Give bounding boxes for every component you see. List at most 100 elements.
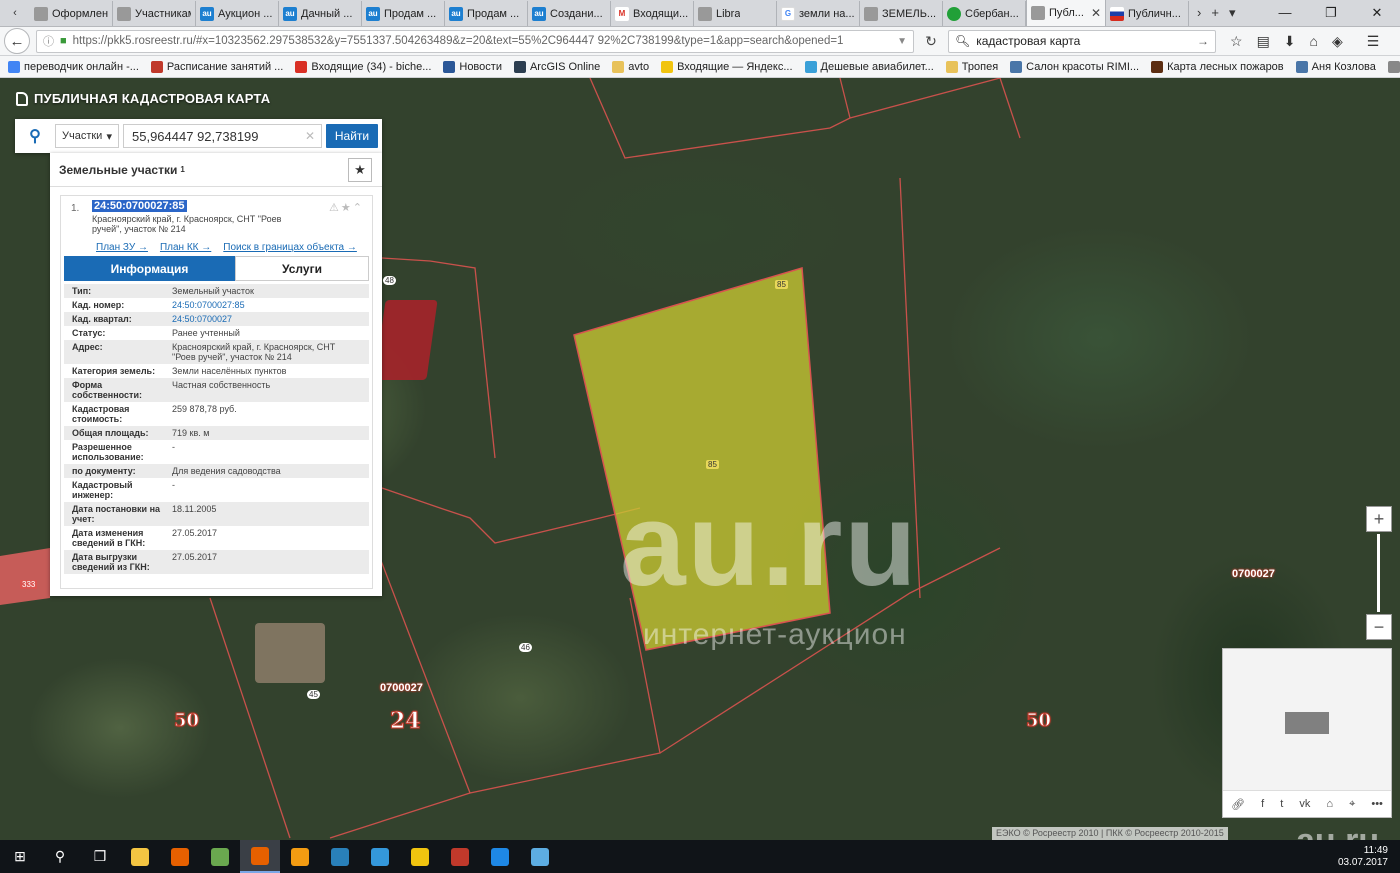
bookmark-item[interactable]: Обучение | GeekBrain... <box>1387 60 1400 73</box>
clear-icon[interactable]: ✕ <box>305 129 315 143</box>
search-type-select[interactable]: Участки ▾ <box>55 124 119 148</box>
bookmark-item[interactable]: Тропея <box>945 60 998 73</box>
download-icon[interactable]: ⬇ <box>1284 33 1296 50</box>
browser-tab[interactable]: Gземли на... <box>777 1 860 26</box>
russia-flag-icon <box>1110 6 1124 21</box>
bookmark-item[interactable]: Карта лесных пожаров <box>1151 60 1284 73</box>
browser-tab[interactable]: M Входящи... <box>611 1 694 26</box>
result-tabs: Информация Услуги <box>64 256 369 281</box>
search-go-icon[interactable]: → <box>1197 34 1209 48</box>
browser-tab[interactable]: au Создани... <box>528 1 611 26</box>
browser-tab[interactable]: au Дачный ... <box>279 1 362 26</box>
system-clock[interactable]: 11:49 03.07.2017 <box>1338 845 1400 869</box>
favorites-star-icon[interactable]: ★ <box>348 158 372 182</box>
url-text[interactable]: https://pkk5.rosreestr.ru/#x=10323562.29… <box>73 35 891 47</box>
minimap-viewport[interactable] <box>1285 712 1329 734</box>
favorite-star-icon[interactable]: ★ <box>341 202 353 214</box>
zoom-slider[interactable] <box>1377 534 1380 612</box>
new-tab-icon[interactable]: + <box>1211 5 1219 20</box>
windows-start-icon[interactable]: ⊞ <box>0 840 40 873</box>
coordinates-value[interactable]: 55,964447 92,738199 <box>132 129 259 144</box>
more-icon[interactable]: ••• <box>1371 798 1383 810</box>
find-button[interactable]: Найти <box>326 124 378 148</box>
task-view-icon[interactable]: ❒ <box>80 840 120 873</box>
vk-icon[interactable]: vk <box>1299 798 1310 810</box>
bookmark-item[interactable]: Входящие — Яндекс... <box>661 60 793 73</box>
tab-scroll-right-icon[interactable]: › <box>1197 5 1201 20</box>
file-explorer-taskbar-button[interactable] <box>120 840 160 873</box>
bookmark-item[interactable]: avto <box>612 60 649 73</box>
bookmark-item[interactable]: переводчик онлайн -... <box>8 60 139 73</box>
collapse-icon[interactable]: ⌃ <box>353 202 364 214</box>
link-icon[interactable]: 🔗︎ <box>1231 798 1245 811</box>
search-in-bounds-link[interactable]: Поиск в границах объекта → <box>223 242 357 253</box>
back-button[interactable]: ← <box>4 28 30 54</box>
reload-icon[interactable]: ↻ <box>920 33 942 50</box>
reading-list-icon[interactable]: ▤ <box>1257 33 1270 50</box>
globe-app-taskbar-button[interactable] <box>320 840 360 873</box>
facebook-icon[interactable]: f <box>1261 798 1264 810</box>
url-bar[interactable]: ⓘ ■ https://pkk5.rosreestr.ru/#x=1032356… <box>36 29 914 53</box>
firefox-active-taskbar-button[interactable] <box>240 840 280 873</box>
bookmark-item[interactable]: Салон красоты RIMI... <box>1010 60 1139 73</box>
twitter-icon[interactable]: t <box>1280 798 1283 810</box>
zoom-in-button[interactable]: + <box>1366 506 1392 532</box>
search-app-taskbar-button[interactable] <box>360 840 400 873</box>
overview-minimap[interactable]: 🔗︎ f t vk ⌂ ⌖ ••• <box>1222 648 1392 818</box>
search-icon[interactable]: ⚲ <box>19 123 51 149</box>
cadastral-map[interactable]: ПУБЛИЧНАЯ КАДАСТРОВАЯ КАРТА ⚲ Участки ▾ … <box>0 78 1400 840</box>
tab-services[interactable]: Услуги <box>235 256 369 281</box>
home-icon[interactable]: ⌂ <box>1326 798 1333 810</box>
fire-app-taskbar-button[interactable] <box>280 840 320 873</box>
bookmark-item[interactable]: Новости <box>443 60 502 73</box>
close-tab-icon[interactable]: ✕ <box>1091 6 1101 20</box>
pocket-icon[interactable]: ◈ <box>1332 33 1343 50</box>
browser-tab[interactable]: au Продам ... <box>362 1 445 26</box>
zoom-out-button[interactable]: − <box>1366 614 1392 640</box>
search-icon[interactable]: ⚲ <box>40 840 80 873</box>
browser-tab[interactable]: Участникам |... <box>113 1 196 26</box>
restore-icon[interactable]: ❐ <box>1308 0 1354 26</box>
1c-app-taskbar-button[interactable] <box>400 840 440 873</box>
browser-tab[interactable]: Публичн... <box>1106 1 1189 26</box>
url-dropdown-icon[interactable]: ▼ <box>897 36 907 47</box>
plan-kk-link[interactable]: План КК → <box>160 242 211 253</box>
web-search-box[interactable]: 🔍︎ кадастровая карта → <box>948 29 1216 53</box>
plan-zu-link[interactable]: План ЗУ → <box>96 242 148 253</box>
bookmark-item[interactable]: Расписание занятий ... <box>150 60 283 73</box>
property-value[interactable]: 24:50:0700027 <box>172 314 361 324</box>
locate-icon[interactable]: ⌖ <box>1349 798 1355 811</box>
close-window-icon[interactable]: ✕ <box>1354 0 1400 26</box>
minimize-icon[interactable]: — <box>1262 0 1308 26</box>
firefox-taskbar-button[interactable] <box>160 840 200 873</box>
browser-tab[interactable]: Оформлени... <box>30 1 113 26</box>
result-cad-number[interactable]: 24:50:0700027:85 <box>92 200 187 212</box>
home-icon[interactable]: ⌂ <box>1310 33 1318 50</box>
edge-taskbar-button[interactable] <box>480 840 520 873</box>
menu-icon[interactable]: ☰ <box>1367 33 1380 50</box>
bookmark-item[interactable]: Аня Козлова <box>1295 60 1376 73</box>
property-row: Дата выгрузки сведений из ГКН: 27.05.2017 <box>64 550 369 574</box>
bookmark-item[interactable]: Входящие (34) - biche... <box>295 60 431 73</box>
chart-app-taskbar-button[interactable] <box>440 840 480 873</box>
bookmark-star-icon[interactable]: ☆ <box>1230 33 1243 50</box>
browser-tab[interactable]: Публ... ✕ <box>1026 0 1106 26</box>
tab-information[interactable]: Информация <box>64 256 235 281</box>
web-search-text[interactable]: кадастровая карта <box>976 34 1080 48</box>
browser-tab[interactable]: Сбербан... <box>943 1 1026 26</box>
info-icon[interactable]: ⓘ <box>43 33 54 49</box>
warning-icon[interactable]: ⚠ <box>329 202 341 214</box>
photo-app-taskbar-button[interactable] <box>200 840 240 873</box>
property-value[interactable]: 24:50:0700027:85 <box>172 300 361 310</box>
bookmark-icon <box>8 60 20 73</box>
tab-list-dropdown-icon[interactable]: ▾ <box>1229 5 1236 21</box>
browser-tab[interactable]: ЗЕМЕЛЬ... <box>860 1 943 26</box>
coordinates-input[interactable]: 55,964447 92,738199 ✕ <box>123 124 322 148</box>
tool-app-taskbar-button[interactable] <box>520 840 560 873</box>
browser-tab[interactable]: Libra <box>694 1 777 26</box>
bookmark-item[interactable]: Дешевые авиабилет... <box>804 60 934 73</box>
bookmark-item[interactable]: ArcGIS Online <box>513 60 600 73</box>
browser-tab[interactable]: au Аукцион ... <box>196 1 279 26</box>
browser-tab[interactable]: au Продам ... <box>445 1 528 26</box>
tab-scroll-left-icon[interactable]: ‹ <box>0 0 30 26</box>
